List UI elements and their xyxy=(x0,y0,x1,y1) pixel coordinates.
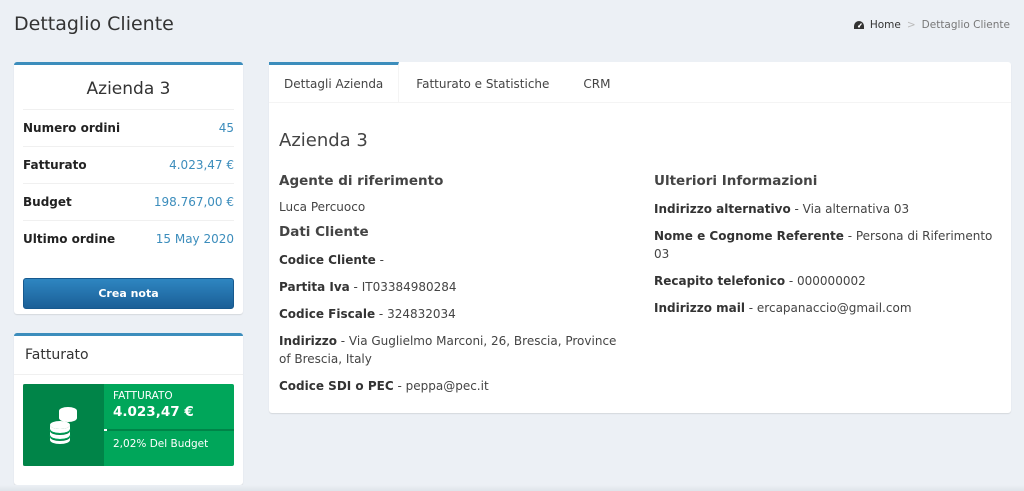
field-value: - Via alternativa 03 xyxy=(790,202,910,216)
profile-company-name: Azienda 3 xyxy=(86,79,171,99)
fatturato-progress-fill xyxy=(104,429,107,431)
extra-field: Nome e Cognome Referente - Persona di Ri… xyxy=(654,227,1004,263)
stat-row: Numero ordini 45 xyxy=(23,109,234,146)
client-field: Codice Cliente - xyxy=(279,251,639,269)
fatturato-box: Fatturato FATTURATO 4.023,47 € 2,02% Del… xyxy=(14,333,243,485)
company-name-heading: Azienda 3 xyxy=(279,130,368,151)
agent-name: Luca Percuoco xyxy=(279,200,366,214)
field-label: Indirizzo alternativo xyxy=(654,202,791,216)
field-label: Codice SDI o PEC xyxy=(279,379,394,393)
field-label: Indirizzo xyxy=(279,334,337,348)
crea-nota-button[interactable]: Crea nota xyxy=(23,278,234,309)
extra-field: Indirizzo alternativo - Via alternativa … xyxy=(654,200,1004,218)
breadcrumb-current: Dettaglio Cliente xyxy=(921,19,1010,31)
extra-field: Indirizzo mail - ercapanaccio@gmail.com xyxy=(654,299,1004,317)
stat-value[interactable]: 198.767,00 € xyxy=(154,195,234,209)
tab-crm[interactable]: CRM xyxy=(566,62,627,102)
right-column: Ulteriori Informazioni Indirizzo alterna… xyxy=(654,173,1004,326)
client-data-heading: Dati Cliente xyxy=(279,224,369,240)
field-value: - 000000002 xyxy=(785,274,866,288)
client-field: Indirizzo - Via Guglielmo Marconi, 26, B… xyxy=(279,332,629,368)
dashboard-icon xyxy=(853,20,864,29)
breadcrumb-home-label: Home xyxy=(869,19,901,31)
field-label: Recapito telefonico xyxy=(654,274,786,288)
client-field: Codice SDI o PEC - peppa@pec.it xyxy=(279,377,639,395)
stat-label: Fatturato xyxy=(23,158,87,172)
client-field: Partita Iva - IT03384980284 xyxy=(279,278,639,296)
stat-value[interactable]: 45 xyxy=(219,121,234,135)
field-label: Codice Cliente xyxy=(279,253,376,267)
field-label: Codice Fiscale xyxy=(279,307,376,321)
tab-dettagli-azienda[interactable]: Dettagli Azienda xyxy=(269,62,400,102)
fatturato-info-content: FATTURATO 4.023,47 € 2,02% Del Budget xyxy=(104,384,234,466)
field-label: Partita Iva xyxy=(279,280,350,294)
page-title: Dettaglio Cliente xyxy=(14,13,174,35)
extra-info-heading: Ulteriori Informazioni xyxy=(654,173,818,189)
page-footer-edge xyxy=(0,485,1024,491)
profile-stat-list: Numero ordini 45 Fatturato 4.023,47 € Bu… xyxy=(23,109,234,257)
field-value: - ercapanaccio@gmail.com xyxy=(744,301,912,315)
stat-value[interactable]: 15 May 2020 xyxy=(156,232,234,246)
field-label: Nome e Cognome Referente xyxy=(654,229,844,243)
agent-heading: Agente di riferimento xyxy=(279,173,444,189)
fatturato-info-description: 2,02% Del Budget xyxy=(113,438,209,450)
fatturato-box-title: Fatturato xyxy=(14,336,243,375)
stat-label: Numero ordini xyxy=(23,121,121,135)
extra-field: Recapito telefonico - 000000002 xyxy=(654,272,1004,290)
coins-icon xyxy=(23,384,104,466)
fatturato-progress-bar xyxy=(104,429,234,431)
breadcrumb-separator: > xyxy=(906,19,916,31)
details-panel: Dettagli Azienda Fatturato e Statistiche… xyxy=(269,62,1011,413)
field-value: - peppa@pec.it xyxy=(393,379,489,393)
stat-label: Ultimo ordine xyxy=(23,232,116,246)
breadcrumb: Home > Dettaglio Cliente xyxy=(853,19,1010,31)
field-value: - xyxy=(375,253,384,267)
stat-row: Fatturato 4.023,47 € xyxy=(23,146,234,183)
fatturato-info-value: 4.023,47 € xyxy=(113,404,194,420)
client-field: Codice Fiscale - 324832034 xyxy=(279,305,639,323)
breadcrumb-home-link[interactable]: Home xyxy=(853,19,901,31)
profile-box: Azienda 3 Numero ordini 45 Fatturato 4.0… xyxy=(14,62,243,314)
left-column: Agente di riferimento Luca Percuoco Dati… xyxy=(279,173,639,404)
stat-value[interactable]: 4.023,47 € xyxy=(169,158,234,172)
fatturato-info-box: FATTURATO 4.023,47 € 2,02% Del Budget xyxy=(23,384,234,466)
stat-label: Budget xyxy=(23,195,72,209)
field-value: - IT03384980284 xyxy=(349,280,457,294)
stat-row: Budget 198.767,00 € xyxy=(23,183,234,220)
tab-bar: Dettagli Azienda Fatturato e Statistiche… xyxy=(269,62,1011,103)
tab-fatturato-statistiche[interactable]: Fatturato e Statistiche xyxy=(399,62,566,102)
field-label: Indirizzo mail xyxy=(654,301,745,315)
field-value: - 324832034 xyxy=(375,307,456,321)
stat-row: Ultimo ordine 15 May 2020 xyxy=(23,220,234,257)
fatturato-info-label: FATTURATO xyxy=(113,390,173,402)
